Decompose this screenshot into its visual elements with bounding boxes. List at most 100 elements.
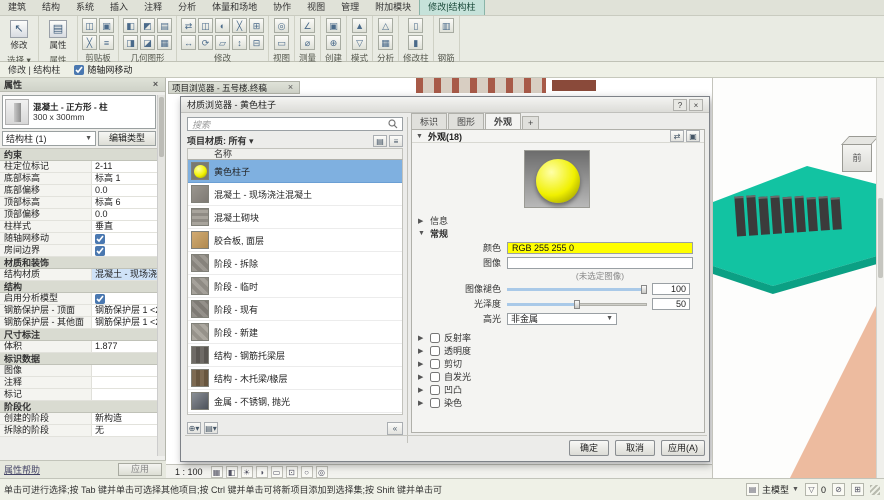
glossiness-value[interactable]: 50 bbox=[652, 298, 690, 310]
section-cutouts[interactable]: ▶ 剪切 bbox=[412, 357, 704, 370]
material-row[interactable]: 阶段 - 拆除 bbox=[188, 252, 402, 275]
move-with-grids-option[interactable]: 随轴网移动 bbox=[74, 63, 132, 76]
measure-icon[interactable]: ∠ bbox=[300, 18, 315, 33]
visibility-icon[interactable]: ◎ bbox=[274, 18, 289, 33]
viewcube[interactable]: 前 bbox=[842, 144, 872, 172]
tab-graphics[interactable]: 图形 bbox=[448, 113, 484, 129]
type-selector[interactable]: 混凝土 - 正方形 - 柱 300 x 300mm bbox=[2, 95, 156, 129]
visual-style-icon[interactable]: ◧ bbox=[226, 466, 238, 478]
color-swatch-field[interactable]: RGB 255 255 0 bbox=[507, 242, 693, 254]
image-field[interactable] bbox=[507, 257, 693, 269]
structural-material-value[interactable]: 混凝土 - 现场浇注.. bbox=[95, 269, 158, 280]
material-row[interactable]: 混凝土砌块 bbox=[188, 206, 402, 229]
highlights-dropdown[interactable]: 非金属 ▼ bbox=[507, 313, 617, 325]
property-checkbox[interactable] bbox=[95, 234, 105, 244]
paste-icon[interactable]: ◫ bbox=[82, 18, 97, 33]
properties-help-link[interactable]: 属性帮助 bbox=[4, 463, 40, 476]
property-value[interactable]: 垂直 bbox=[92, 221, 158, 232]
cope-icon[interactable]: ◧ bbox=[123, 18, 138, 33]
tab-identity[interactable]: 标识 bbox=[411, 113, 447, 129]
material-row-selected[interactable]: 黄色柱子 bbox=[188, 160, 402, 183]
section-checkbox[interactable] bbox=[430, 385, 440, 395]
duplicate-asset-icon[interactable]: ▣ bbox=[686, 130, 700, 142]
material-search-input[interactable]: 搜索 bbox=[187, 117, 403, 131]
material-row[interactable]: 胶合板, 面层 bbox=[188, 229, 402, 252]
material-row[interactable]: 阶段 - 临时 bbox=[188, 275, 402, 298]
move-icon[interactable]: ↔ bbox=[181, 35, 196, 50]
material-list-header[interactable]: 名称 bbox=[187, 148, 403, 160]
help-icon[interactable]: ? bbox=[673, 99, 687, 111]
property-value[interactable]: 无 bbox=[92, 425, 158, 436]
rebar-icon[interactable]: ▥ bbox=[439, 18, 454, 33]
dialog-title-bar[interactable]: 材质浏览器 - 黄色柱子 ? × bbox=[181, 97, 709, 113]
property-checkbox[interactable] bbox=[95, 246, 105, 256]
demolish-icon[interactable]: ▦ bbox=[157, 35, 172, 50]
resize-grip[interactable] bbox=[870, 485, 880, 495]
material-row[interactable]: 阶段 - 新建 bbox=[188, 321, 402, 344]
tab-view[interactable]: 视图 bbox=[299, 0, 333, 15]
array-icon[interactable]: ⊞ bbox=[249, 18, 264, 33]
property-group-materials[interactable]: 材质和装饰 bbox=[0, 257, 158, 269]
section-transparency[interactable]: ▶ 透明度 bbox=[412, 344, 704, 357]
tab-addins[interactable]: 附加模块 bbox=[367, 0, 419, 15]
properties-scrollbar[interactable] bbox=[157, 95, 165, 456]
material-preview[interactable] bbox=[524, 150, 590, 208]
tab-insert[interactable]: 插入 bbox=[102, 0, 136, 15]
modify-tool-button[interactable]: ↖ 修改 bbox=[4, 18, 34, 52]
section-reflectivity[interactable]: ▶ 反射率 bbox=[412, 331, 704, 344]
property-value[interactable]: 0.0 bbox=[92, 185, 158, 196]
tab-architecture[interactable]: 建筑 bbox=[0, 0, 34, 15]
property-value[interactable]: 标高 6 bbox=[92, 197, 158, 208]
cut-geometry-icon[interactable]: ◨ bbox=[123, 35, 138, 50]
property-group-phasing[interactable]: 阶段化 bbox=[0, 401, 158, 413]
create-similar-icon[interactable]: ⊕ bbox=[326, 35, 341, 50]
close-icon[interactable]: × bbox=[150, 79, 161, 90]
list-view-options-icon[interactable]: ≡ bbox=[389, 135, 403, 147]
wall-join-icon[interactable]: ▤ bbox=[157, 18, 172, 33]
tab-annotate[interactable]: 注释 bbox=[136, 0, 170, 15]
property-group-identity[interactable]: 标识数据 bbox=[0, 353, 158, 365]
swap-asset-icon[interactable]: ⇄ bbox=[670, 130, 684, 142]
glossiness-slider[interactable] bbox=[507, 300, 647, 308]
create-group-icon[interactable]: ▣ bbox=[326, 18, 341, 33]
material-row[interactable]: 结构 - 木托梁/椽层 bbox=[188, 367, 402, 390]
crop-view-icon[interactable]: ▭ bbox=[271, 466, 283, 478]
join-icon[interactable]: ◩ bbox=[140, 18, 155, 33]
section-checkbox[interactable] bbox=[430, 359, 440, 369]
cut-icon[interactable]: ╳ bbox=[82, 35, 97, 50]
properties-palette-button[interactable]: ▤ 属性 bbox=[43, 18, 73, 52]
section-checkbox[interactable] bbox=[430, 398, 440, 408]
editable-only-icon[interactable]: ⊞ bbox=[851, 483, 864, 496]
tab-systems[interactable]: 系统 bbox=[68, 0, 102, 15]
attach-column-icon[interactable]: ▯ bbox=[408, 18, 423, 33]
scale-button[interactable]: 1 : 100 bbox=[170, 466, 208, 478]
beam-join-icon[interactable]: ◪ bbox=[140, 35, 155, 50]
tab-structure[interactable]: 结构 bbox=[34, 0, 68, 15]
thin-lines-icon[interactable]: ▭ bbox=[274, 35, 289, 50]
property-group-constraints[interactable]: 约束 bbox=[0, 149, 158, 161]
section-checkbox[interactable] bbox=[430, 346, 440, 356]
trim-icon[interactable]: ▱ bbox=[215, 35, 230, 50]
copy-icon[interactable]: ▣ bbox=[99, 18, 114, 33]
pick-new-host-icon[interactable]: ▽ bbox=[352, 35, 367, 50]
tab-analyze[interactable]: 分析 bbox=[170, 0, 204, 15]
analytical-model-icon[interactable]: △ bbox=[378, 18, 393, 33]
close-icon[interactable]: × bbox=[689, 99, 703, 111]
property-group-dimensions[interactable]: 尺寸标注 bbox=[0, 329, 158, 341]
split-icon[interactable]: ╳ bbox=[232, 18, 247, 33]
property-value[interactable]: 钢筋保护层 1 <25 m... bbox=[92, 317, 158, 328]
open-library-button[interactable]: ▤▾ bbox=[204, 422, 218, 434]
rotate-icon[interactable]: ⟳ bbox=[198, 35, 213, 50]
section-bump[interactable]: ▶ 凹凸 bbox=[412, 383, 704, 396]
section-general[interactable]: ▼ 常规 bbox=[412, 227, 704, 240]
temporary-hide-icon[interactable]: ○ bbox=[301, 466, 313, 478]
property-value[interactable]: 0.0 bbox=[92, 209, 158, 220]
edit-family-icon[interactable]: ▲ bbox=[352, 18, 367, 33]
section-checkbox[interactable] bbox=[430, 372, 440, 382]
viewport-scrollbar[interactable] bbox=[876, 78, 884, 478]
tab-appearance[interactable]: 外观 bbox=[485, 113, 521, 129]
add-asset-tab-button[interactable]: + bbox=[522, 116, 539, 129]
section-self-illumination[interactable]: ▶ 自发光 bbox=[412, 370, 704, 383]
material-row[interactable]: 混凝土 - 现场浇注混凝土 bbox=[188, 183, 402, 206]
reveal-hidden-icon[interactable]: ◎ bbox=[316, 466, 328, 478]
